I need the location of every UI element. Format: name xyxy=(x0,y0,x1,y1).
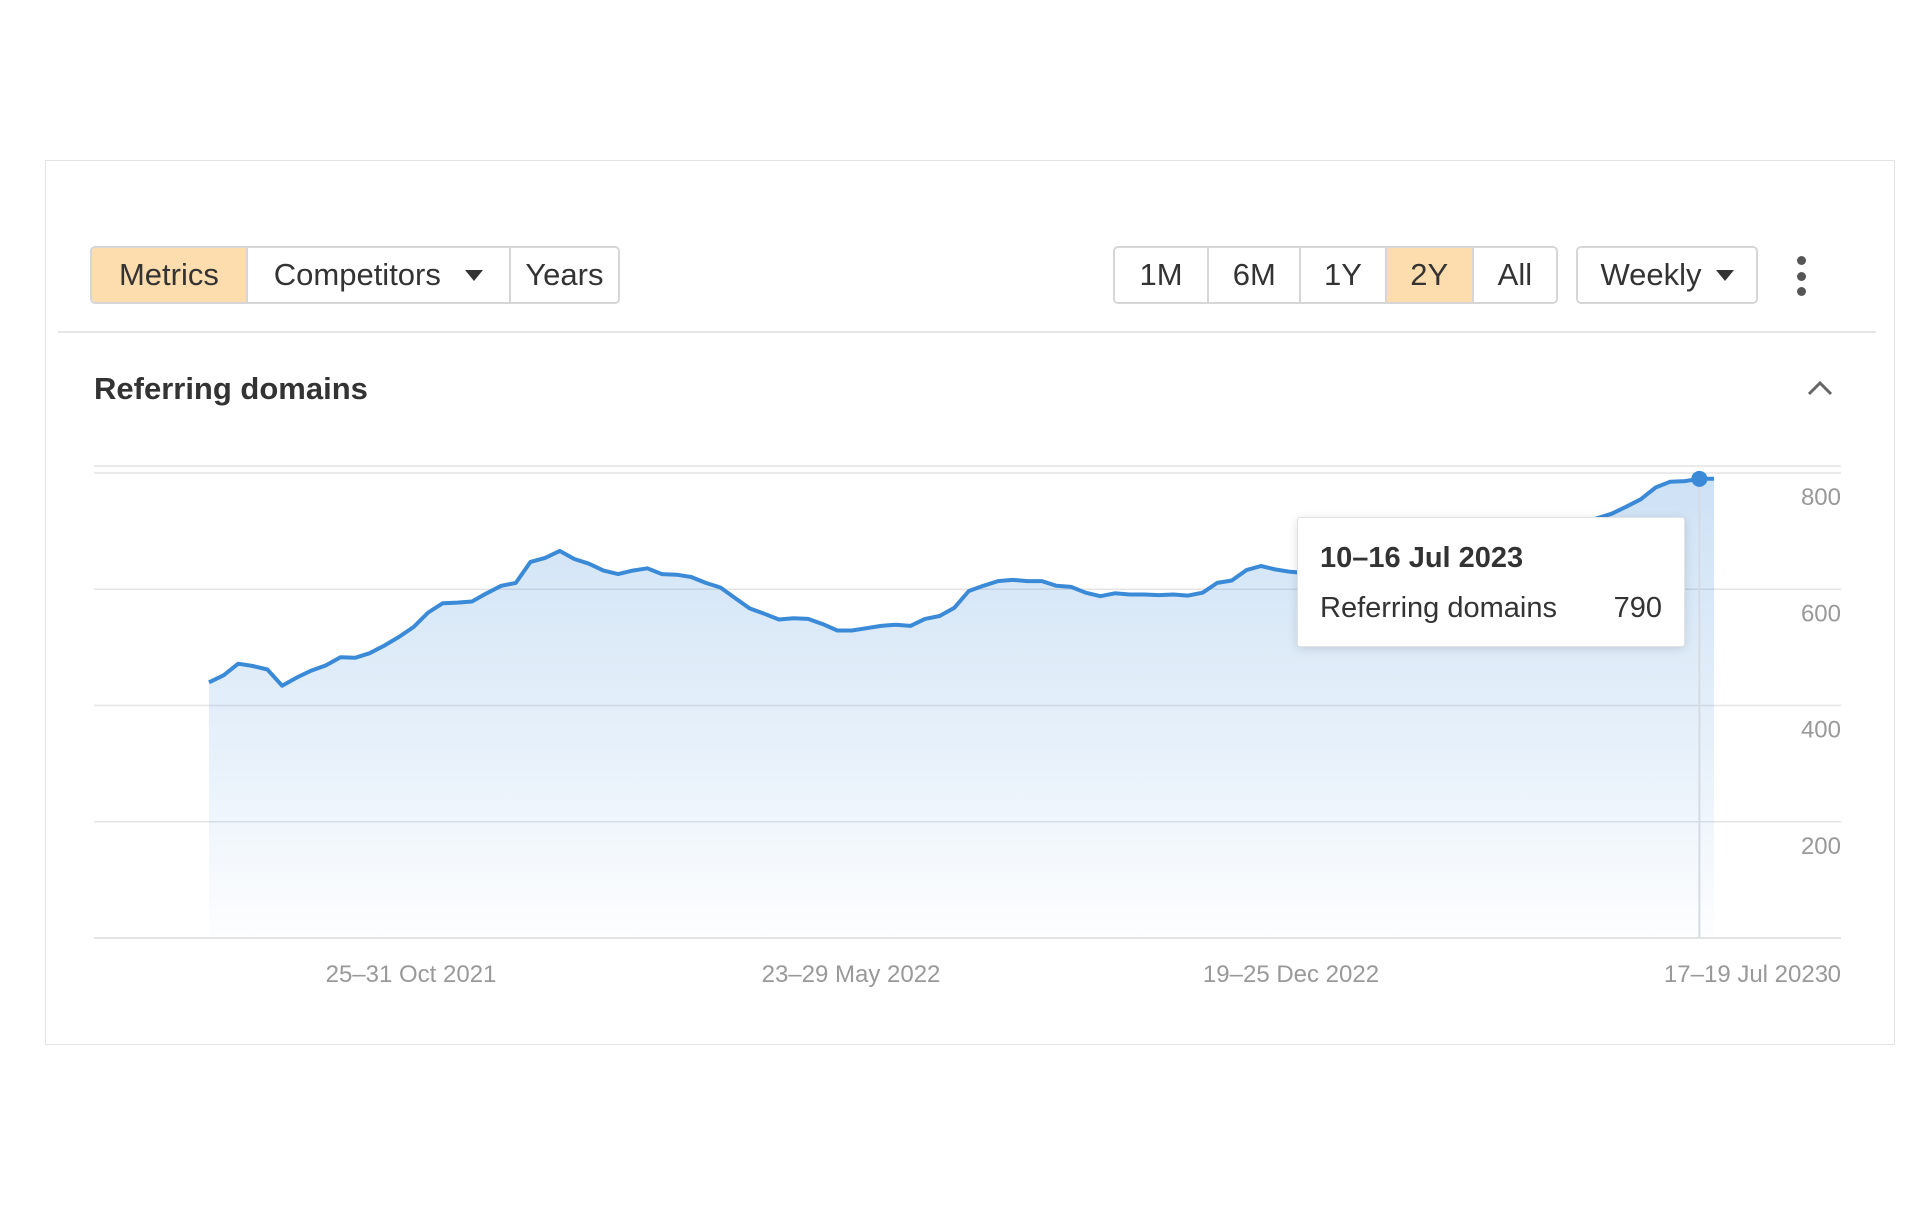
chart-tooltip: 10–16 Jul 2023 Referring domains 790 xyxy=(1297,517,1685,647)
x-tick-label: 23–29 May 2022 xyxy=(762,961,941,988)
y-tick-label: 600 xyxy=(1801,600,1841,627)
x-tick-label: 25–31 Oct 2021 xyxy=(326,961,497,988)
y-tick-label: 200 xyxy=(1801,833,1841,860)
x-axis-labels: 25–31 Oct 2021 23–29 May 2022 19–25 Dec 20… xyxy=(326,961,1828,988)
x-tick-label: 17–19 Jul 2023 xyxy=(1664,961,1828,988)
tooltip-date: 10–16 Jul 2023 xyxy=(1320,542,1524,574)
y-axis-labels: 0 200 400 600 800 xyxy=(1801,484,1841,988)
tooltip-series-name: Referring domains xyxy=(1320,592,1557,624)
highlighted-point xyxy=(1691,470,1708,487)
tooltip-row: Referring domains 790 xyxy=(1320,592,1662,625)
y-tick-label: 0 xyxy=(1828,961,1841,988)
x-tick-label: 19–25 Dec 2022 xyxy=(1203,961,1379,988)
y-tick-label: 800 xyxy=(1801,484,1841,511)
tooltip-value: 790 xyxy=(1613,592,1662,624)
chart-card: Metrics Competitors Years 1M 6M 1Y 2Y Al… xyxy=(45,160,1895,1045)
y-tick-label: 400 xyxy=(1801,717,1841,744)
